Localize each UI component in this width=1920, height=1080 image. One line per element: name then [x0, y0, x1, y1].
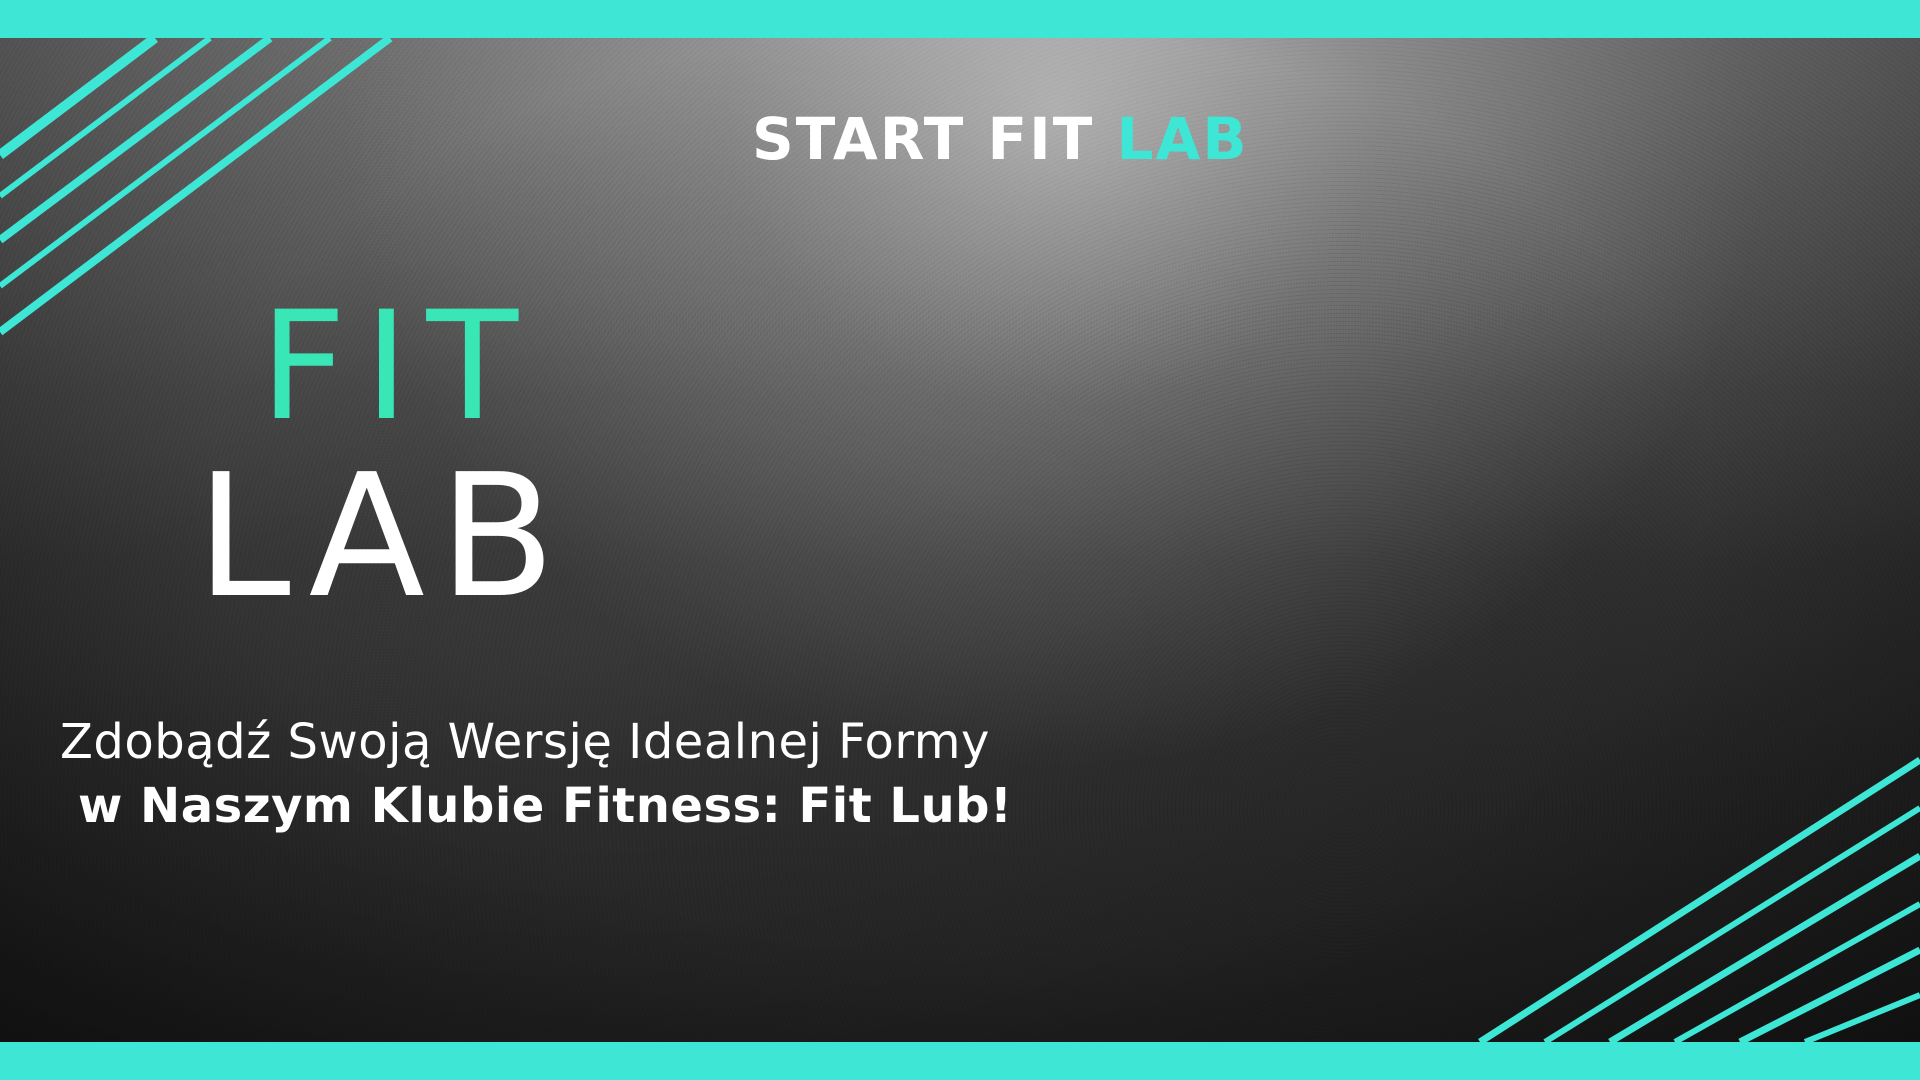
brand-title-accent: LAB	[1116, 105, 1249, 173]
bottom-accent-bar	[0, 1042, 1920, 1080]
poster-canvas: START FIT LAB FIT LAB Zdobądź Swoją Wers…	[0, 0, 1920, 1080]
promo-headline: Zdobądź Swoją Wersję Idealnej Formy w Na…	[60, 714, 1012, 835]
fit-lab-logo: FIT LAB	[196, 292, 756, 622]
top-accent-bar	[0, 0, 1920, 38]
logo-fit-text: FIT	[260, 280, 537, 454]
logo-lab-text: LAB	[196, 438, 570, 636]
headline-line-1: Zdobądź Swoją Wersję Idealnej Formy	[60, 714, 990, 770]
headline-line-2: w Naszym Klubie Fitness: Fit Lub!	[78, 777, 1013, 834]
brand-title: START FIT LAB	[752, 110, 1249, 168]
brand-title-prefix: START FIT	[752, 105, 1117, 173]
